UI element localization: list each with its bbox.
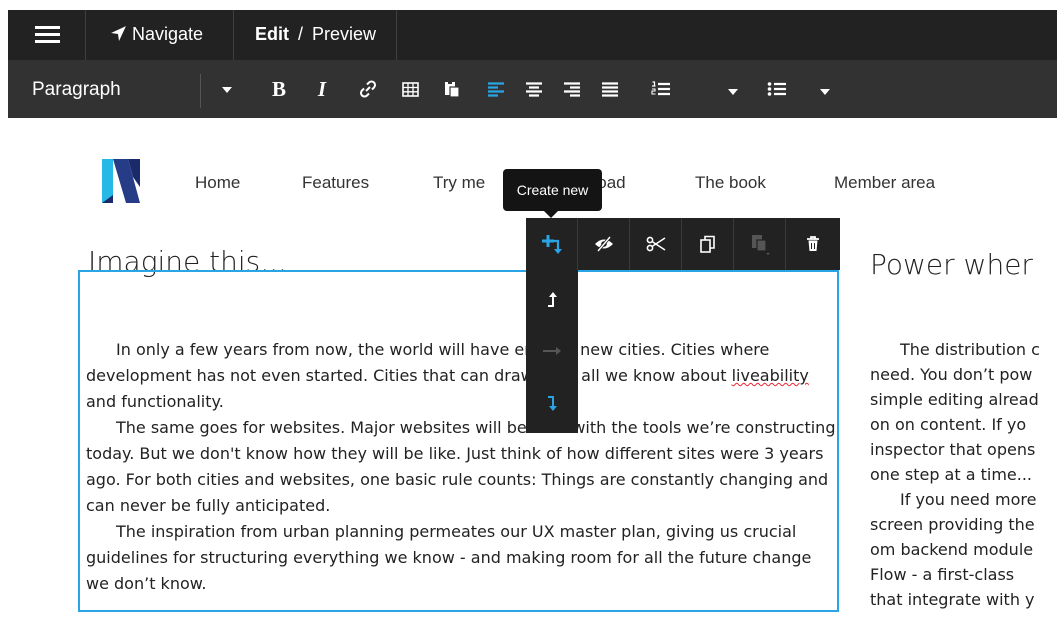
nav-link-try-me[interactable]: Try me bbox=[433, 173, 485, 193]
hide-button[interactable] bbox=[578, 218, 630, 270]
text: on on content. If yo bbox=[870, 415, 1027, 434]
right-paragraph-2[interactable]: If you need more screen providing the om… bbox=[870, 487, 1057, 612]
formatting-toolbar: Paragraph B I bbox=[8, 60, 1057, 118]
paragraph-style-select[interactable]: Paragraph bbox=[8, 60, 251, 118]
hamburger-menu-icon bbox=[35, 26, 60, 29]
paste-node-button[interactable] bbox=[734, 218, 786, 270]
create-new-tooltip: Create new bbox=[503, 169, 602, 211]
ordered-list-button[interactable] bbox=[648, 76, 674, 102]
top-bar: Navigate Edit / Preview bbox=[8, 10, 1057, 60]
align-center-icon bbox=[526, 81, 542, 97]
right-paragraph-1[interactable]: The distribution c need. You don’t pow s… bbox=[870, 337, 1057, 487]
text: The same goes for websites. Major websit… bbox=[116, 418, 476, 437]
insert-above-icon bbox=[548, 292, 557, 307]
text: inspector that opens bbox=[870, 440, 1036, 459]
unordered-list-chevron-down-icon[interactable] bbox=[820, 89, 830, 95]
insert-position-menu bbox=[526, 270, 578, 433]
text: screen providing the bbox=[870, 515, 1035, 534]
align-justify-button[interactable] bbox=[597, 76, 623, 102]
insert-below-icon bbox=[548, 396, 557, 411]
nav-link-features[interactable]: Features bbox=[302, 173, 369, 193]
nav-link-member-area[interactable]: Member area bbox=[834, 173, 935, 193]
menu-button[interactable] bbox=[8, 10, 86, 60]
ordered-list-icon bbox=[651, 81, 670, 96]
unordered-list-icon bbox=[767, 82, 786, 96]
bold-button[interactable]: B bbox=[266, 76, 292, 102]
create-new-button[interactable] bbox=[526, 218, 578, 270]
italic-button[interactable]: I bbox=[309, 76, 335, 102]
delete-icon bbox=[807, 236, 819, 251]
text: The distribution c bbox=[900, 340, 1040, 359]
text: need. You don’t pow bbox=[870, 365, 1033, 384]
insert-into-icon bbox=[543, 347, 561, 355]
insert-into-button[interactable] bbox=[526, 324, 578, 378]
navigate-tab[interactable]: Navigate bbox=[86, 10, 234, 60]
site-logo[interactable] bbox=[102, 159, 140, 203]
edit-preview-tab[interactable]: Edit / Preview bbox=[234, 10, 397, 60]
text: can draw from all we know about bbox=[455, 366, 732, 385]
unordered-list-button[interactable] bbox=[764, 76, 790, 102]
hamburger-menu-icon-line bbox=[35, 40, 60, 43]
paragraph-3[interactable]: The inspiration from urban planning perm… bbox=[86, 519, 836, 597]
table-button[interactable] bbox=[397, 76, 423, 102]
edit-preview-separator: / bbox=[298, 24, 304, 44]
hamburger-menu-icon-line bbox=[35, 33, 60, 36]
text: that integrate with y bbox=[870, 590, 1035, 609]
align-center-button[interactable] bbox=[521, 76, 547, 102]
align-left-icon bbox=[488, 81, 504, 97]
location-arrow-icon bbox=[111, 26, 126, 41]
text: In only a few years from now, the world … bbox=[116, 340, 471, 359]
text: Flow - a first-class bbox=[870, 565, 1015, 584]
insert-below-button[interactable] bbox=[526, 377, 578, 431]
align-right-button[interactable] bbox=[559, 76, 585, 102]
text: simple editing alread bbox=[870, 390, 1039, 409]
text: have bbox=[470, 340, 510, 359]
paragraph-style-value: Paragraph bbox=[32, 79, 121, 100]
text: that bbox=[422, 366, 456, 385]
cut-icon bbox=[646, 236, 665, 252]
preview-label[interactable]: Preview bbox=[312, 24, 376, 45]
nav-link-home[interactable]: Home bbox=[195, 173, 240, 193]
edit-label[interactable]: Edit bbox=[255, 24, 289, 45]
node-toolbar bbox=[526, 218, 840, 270]
delete-button[interactable] bbox=[786, 218, 840, 270]
add-node-icon bbox=[541, 235, 562, 254]
hide-icon bbox=[594, 236, 613, 252]
copy-icon bbox=[699, 235, 715, 253]
copy-button[interactable] bbox=[682, 218, 734, 270]
text: one step at a time... bbox=[870, 465, 1033, 484]
paste-icon bbox=[445, 81, 460, 98]
text: om backend module bbox=[870, 540, 1034, 559]
text: If you need more bbox=[900, 490, 1037, 509]
paste-icon bbox=[751, 235, 770, 255]
paste-button[interactable] bbox=[439, 76, 465, 102]
text: and functionality. bbox=[86, 392, 224, 411]
nav-link-the-book[interactable]: The book bbox=[695, 173, 766, 193]
ordered-list-chevron-down-icon[interactable] bbox=[728, 89, 738, 95]
right-column-heading[interactable]: Power wher bbox=[870, 248, 1033, 281]
content-text[interactable]: In only a few years from now, the world … bbox=[86, 337, 836, 597]
cut-button[interactable] bbox=[630, 218, 682, 270]
link-button[interactable] bbox=[355, 76, 381, 102]
divider bbox=[200, 74, 201, 108]
insert-above-button[interactable] bbox=[526, 272, 578, 326]
chevron-down-icon bbox=[222, 87, 232, 93]
navigate-label: Navigate bbox=[132, 24, 204, 44]
tooltip-arrow bbox=[544, 211, 558, 218]
table-icon bbox=[401, 81, 419, 97]
misspelled-word: liveability bbox=[731, 366, 809, 385]
right-column-text[interactable]: The distribution c need. You don’t pow s… bbox=[870, 337, 1057, 626]
link-icon bbox=[359, 80, 377, 98]
align-justify-icon bbox=[602, 81, 618, 97]
align-right-icon bbox=[564, 81, 580, 97]
align-left-button[interactable] bbox=[483, 76, 509, 102]
text: will bbox=[475, 418, 502, 437]
paragraph-1[interactable]: In only a few years from now, the world … bbox=[86, 337, 836, 415]
paragraph-2[interactable]: The same goes for websites. Major websit… bbox=[86, 415, 836, 519]
